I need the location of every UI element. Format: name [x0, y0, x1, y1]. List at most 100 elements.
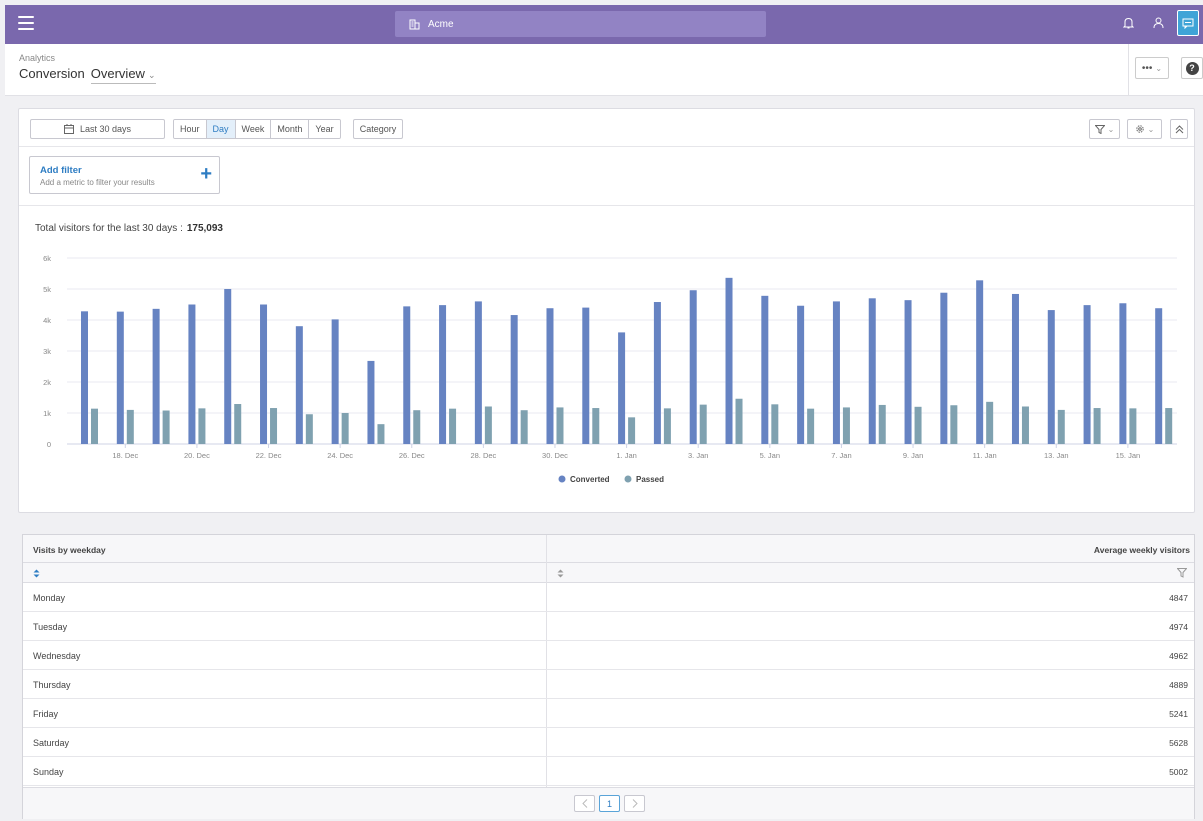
more-options-button[interactable]: ••• ⌄ — [1135, 57, 1169, 79]
bar-converted[interactable] — [331, 319, 339, 444]
legend-passed[interactable]: Passed — [636, 475, 664, 484]
table-row[interactable]: Friday 5241 — [23, 699, 1194, 728]
bar-passed[interactable] — [377, 424, 385, 444]
bar-passed[interactable] — [91, 408, 98, 444]
granularity-hour[interactable]: Hour — [174, 120, 207, 138]
bar-converted[interactable] — [546, 308, 554, 444]
granularity-year[interactable]: Year — [309, 120, 340, 138]
bar-converted[interactable] — [510, 315, 518, 444]
sort-icon[interactable] — [33, 569, 40, 578]
bar-passed[interactable] — [270, 408, 278, 444]
table-row[interactable]: Tuesday 4974 — [23, 612, 1194, 641]
granularity-month[interactable]: Month — [271, 120, 310, 138]
bar-converted[interactable] — [582, 307, 590, 444]
page-number[interactable]: 1 — [599, 795, 620, 812]
bar-converted[interactable] — [940, 292, 948, 444]
bar-converted[interactable] — [439, 305, 447, 444]
bar-converted[interactable] — [725, 277, 733, 444]
settings-dropdown-button[interactable]: ⌄ — [1127, 119, 1162, 139]
bar-converted[interactable] — [81, 311, 88, 444]
view-selector[interactable]: Overview ⌄ — [90, 66, 156, 84]
bar-passed[interactable] — [413, 410, 421, 444]
table-row[interactable]: Sunday 5002 — [23, 757, 1194, 786]
bar-converted[interactable] — [904, 300, 912, 444]
bar-passed[interactable] — [1021, 406, 1029, 444]
bar-passed[interactable] — [126, 409, 134, 444]
bar-passed[interactable] — [520, 410, 528, 444]
bar-converted[interactable] — [367, 360, 375, 444]
bar-converted[interactable] — [761, 295, 769, 444]
date-range-button[interactable]: Last 30 days — [30, 119, 165, 139]
column-header-weekday[interactable]: Visits by weekday — [33, 545, 106, 555]
bar-passed[interactable] — [735, 398, 743, 444]
filter-dropdown-button[interactable]: ⌄ — [1089, 119, 1120, 139]
bar-passed[interactable] — [198, 408, 206, 444]
bar-passed[interactable] — [449, 408, 457, 444]
bar-passed[interactable] — [986, 401, 994, 444]
table-row[interactable]: Wednesday 4962 — [23, 641, 1194, 670]
category-button[interactable]: Category — [353, 119, 403, 139]
bar-converted[interactable] — [1119, 303, 1127, 444]
bar-passed[interactable] — [950, 405, 958, 444]
bar-converted[interactable] — [797, 305, 805, 444]
bar-passed[interactable] — [592, 408, 600, 444]
bar-passed[interactable] — [1093, 408, 1101, 444]
bar-passed[interactable] — [1165, 408, 1173, 444]
bar-passed[interactable] — [305, 414, 313, 444]
bar-passed[interactable] — [556, 407, 564, 444]
bar-passed[interactable] — [341, 413, 349, 444]
bar-converted[interactable] — [976, 280, 984, 444]
bar-converted[interactable] — [1083, 305, 1091, 444]
bar-converted[interactable] — [832, 301, 840, 444]
bar-converted[interactable] — [689, 290, 697, 444]
notification-bell-icon[interactable] — [1117, 10, 1139, 36]
sort-icon[interactable] — [557, 569, 564, 578]
bar-converted[interactable] — [188, 304, 196, 445]
tenant-selector[interactable]: Acme — [395, 11, 766, 37]
bar-passed[interactable] — [484, 406, 492, 444]
table-row[interactable]: Monday 4847 — [23, 583, 1194, 612]
bar-converted[interactable] — [224, 289, 232, 444]
bar-passed[interactable] — [663, 408, 671, 444]
bar-converted[interactable] — [618, 332, 626, 444]
bar-converted[interactable] — [116, 311, 124, 444]
bar-passed[interactable] — [1057, 409, 1065, 444]
bar-converted[interactable] — [653, 302, 661, 444]
bar-passed[interactable] — [628, 417, 636, 444]
bar-converted[interactable] — [1155, 308, 1163, 444]
bar-converted[interactable] — [868, 298, 876, 444]
menu-icon[interactable] — [18, 16, 34, 30]
collapse-button[interactable] — [1170, 119, 1188, 139]
prev-page-button[interactable] — [574, 795, 595, 812]
bar-passed[interactable] — [234, 404, 242, 444]
bar-converted[interactable] — [295, 326, 303, 444]
bar-converted[interactable] — [474, 301, 482, 444]
table-row[interactable]: Saturday 5628 — [23, 728, 1194, 757]
help-button[interactable]: ? — [1181, 57, 1203, 79]
bar-passed[interactable] — [162, 410, 170, 444]
bar-passed[interactable] — [842, 407, 850, 444]
user-icon[interactable] — [1147, 10, 1169, 36]
legend-converted[interactable]: Converted — [570, 475, 610, 484]
bar-passed[interactable] — [878, 404, 886, 444]
bar-converted[interactable] — [1047, 310, 1055, 444]
table-row[interactable]: Thursday 4889 — [23, 670, 1194, 699]
bar-passed[interactable] — [771, 404, 779, 444]
bar-converted[interactable] — [260, 304, 268, 445]
bar-passed[interactable] — [699, 404, 707, 444]
bar-converted[interactable] — [403, 306, 411, 444]
bar-converted[interactable] — [1011, 293, 1019, 444]
granularity-day[interactable]: Day — [206, 120, 236, 138]
bar-passed[interactable] — [1129, 408, 1137, 444]
bar-passed[interactable] — [807, 408, 815, 444]
bar-converted[interactable] — [152, 308, 160, 444]
next-page-button[interactable] — [624, 795, 645, 812]
filter-icon[interactable] — [1177, 568, 1187, 578]
granularity-week[interactable]: Week — [235, 120, 272, 138]
add-filter-button[interactable]: Add filter Add a metric to filter your r… — [29, 156, 220, 194]
column-header-average[interactable]: Average weekly visitors — [1094, 545, 1190, 555]
legend-marker-passed[interactable] — [624, 475, 632, 483]
chat-icon[interactable] — [1177, 10, 1199, 36]
legend-marker-converted[interactable] — [558, 475, 566, 483]
bar-passed[interactable] — [914, 406, 922, 444]
